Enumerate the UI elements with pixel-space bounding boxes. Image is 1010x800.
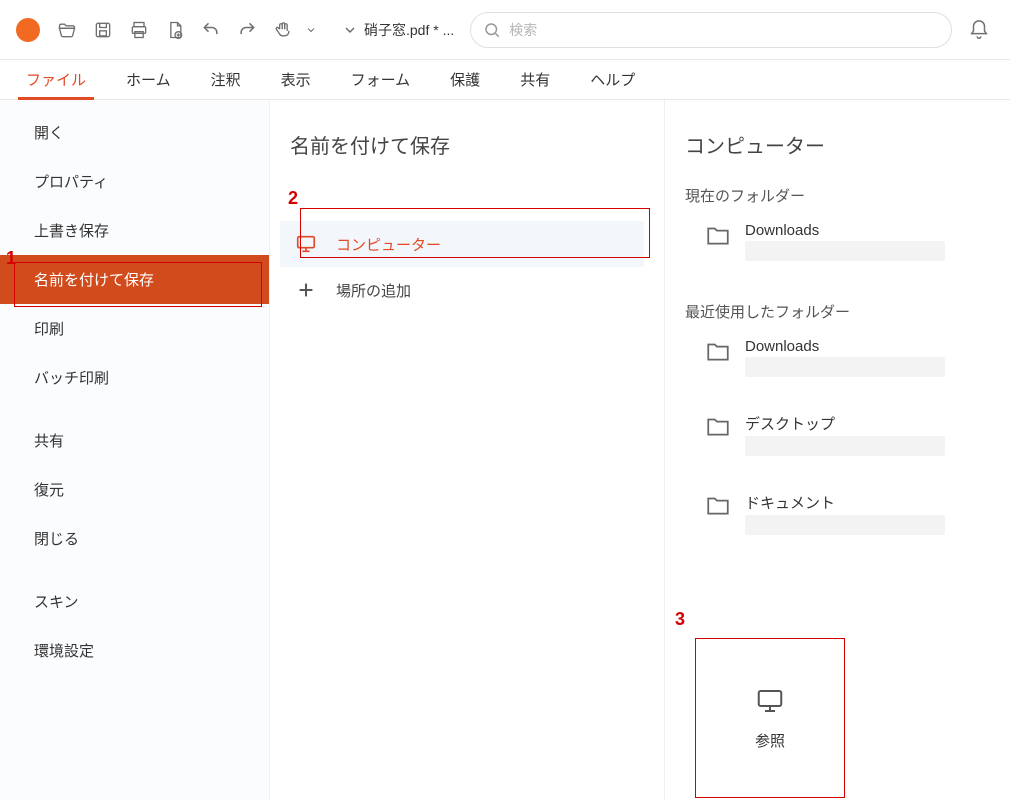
browse-button[interactable]: 参照 bbox=[695, 638, 845, 798]
ribbon-tab-label: フォーム bbox=[351, 69, 411, 90]
ribbon-tab-label: 表示 bbox=[281, 69, 311, 90]
file-menu-revert[interactable]: 復元 bbox=[0, 465, 269, 514]
ribbon-tab-label: 注釈 bbox=[211, 69, 241, 90]
chevron-down-icon[interactable] bbox=[302, 13, 320, 47]
search-icon bbox=[483, 21, 501, 39]
main-area: 開く プロパティ 上書き保存 名前を付けて保存 印刷 バッチ印刷 共有 復元 閉… bbox=[0, 100, 1010, 800]
file-menu: 開く プロパティ 上書き保存 名前を付けて保存 印刷 バッチ印刷 共有 復元 閉… bbox=[0, 100, 270, 800]
folder-text: Downloads bbox=[745, 338, 945, 377]
folder-name: Downloads bbox=[745, 338, 945, 355]
recent-folder-item[interactable]: デスクトップ bbox=[685, 405, 990, 456]
recent-folder-item[interactable]: Downloads bbox=[685, 330, 990, 377]
folder-name: ドキュメント bbox=[745, 492, 945, 513]
current-folder-label: 現在のフォルダー bbox=[685, 185, 990, 206]
redo-icon[interactable] bbox=[230, 13, 264, 47]
folder-panel: コンピューター 現在のフォルダー Downloads 最近使用したフォルダー D… bbox=[665, 100, 1010, 800]
file-menu-properties[interactable]: プロパティ bbox=[0, 157, 269, 206]
ribbon-tab-label: ヘルプ bbox=[590, 69, 635, 90]
ribbon-tab-label: 保護 bbox=[450, 69, 480, 90]
ribbon-tab-protect[interactable]: 保護 bbox=[430, 60, 500, 99]
file-menu-label: 閉じる bbox=[34, 531, 79, 548]
document-name-label: 硝子窓.pdf * ... bbox=[364, 20, 454, 40]
ribbon-tab-label: ホーム bbox=[126, 69, 171, 90]
browse-label: 参照 bbox=[755, 730, 785, 751]
file-menu-label: 上書き保存 bbox=[34, 223, 109, 240]
ribbon-tab-comment[interactable]: 注釈 bbox=[191, 60, 261, 99]
folder-icon bbox=[705, 340, 731, 362]
folder-name: デスクトップ bbox=[745, 413, 945, 434]
save-as-panel: 名前を付けて保存 コンピューター 場所の追加 2 bbox=[270, 100, 665, 800]
ribbon-tab-help[interactable]: ヘルプ bbox=[570, 60, 655, 99]
folder-text: デスクトップ bbox=[745, 413, 945, 456]
file-menu-preferences[interactable]: 環境設定 bbox=[0, 626, 269, 675]
file-menu-label: プロパティ bbox=[34, 174, 108, 191]
save-icon[interactable] bbox=[86, 13, 120, 47]
ribbon-tab-label: ファイル bbox=[26, 69, 86, 90]
ribbon-tab-view[interactable]: 表示 bbox=[261, 60, 331, 99]
page-add-icon[interactable] bbox=[158, 13, 192, 47]
chevron-down-icon bbox=[342, 22, 358, 38]
plus-icon bbox=[294, 278, 318, 302]
location-label: 場所の追加 bbox=[336, 280, 411, 301]
save-as-locations: コンピューター 場所の追加 bbox=[270, 221, 664, 313]
save-as-location-add-place[interactable]: 場所の追加 bbox=[280, 267, 644, 313]
search-input[interactable] bbox=[509, 22, 939, 38]
ribbon-tab-form[interactable]: フォーム bbox=[331, 60, 431, 99]
document-name[interactable]: 硝子窓.pdf * ... bbox=[334, 20, 462, 40]
open-file-icon[interactable] bbox=[50, 13, 84, 47]
file-menu-label: 開く bbox=[34, 125, 64, 142]
file-menu-print[interactable]: 印刷 bbox=[0, 304, 269, 353]
undo-icon[interactable] bbox=[194, 13, 228, 47]
file-menu-skin[interactable]: スキン bbox=[0, 577, 269, 626]
recent-folders-label: 最近使用したフォルダー bbox=[685, 301, 990, 322]
search-box[interactable] bbox=[470, 12, 952, 48]
callout-3: 3 bbox=[675, 609, 685, 630]
file-menu-label: 復元 bbox=[34, 482, 64, 499]
file-menu-share[interactable]: 共有 bbox=[0, 416, 269, 465]
file-menu-label: バッチ印刷 bbox=[34, 370, 109, 387]
file-menu-save[interactable]: 上書き保存 bbox=[0, 206, 269, 255]
file-menu-label: 共有 bbox=[34, 433, 64, 450]
folder-path-placeholder bbox=[745, 436, 945, 456]
folder-path-placeholder bbox=[745, 515, 945, 535]
print-icon[interactable] bbox=[122, 13, 156, 47]
save-as-title: 名前を付けて保存 bbox=[270, 130, 664, 159]
save-as-location-computer[interactable]: コンピューター bbox=[280, 221, 644, 267]
file-menu-label: スキン bbox=[34, 594, 79, 611]
file-menu-close[interactable]: 閉じる bbox=[0, 514, 269, 563]
folder-icon bbox=[705, 224, 731, 246]
file-menu-label: 環境設定 bbox=[34, 643, 94, 660]
current-folder-item[interactable]: Downloads bbox=[685, 214, 990, 261]
ribbon-tab-file[interactable]: ファイル bbox=[6, 60, 106, 99]
folder-name: Downloads bbox=[745, 222, 945, 239]
file-menu-label: 印刷 bbox=[34, 321, 64, 338]
file-menu-open[interactable]: 開く bbox=[0, 108, 269, 157]
folder-text: Downloads bbox=[745, 222, 945, 261]
recent-folder-item[interactable]: ドキュメント bbox=[685, 484, 990, 535]
toolbar: 硝子窓.pdf * ... bbox=[0, 0, 1010, 60]
ribbon-tab-label: 共有 bbox=[520, 69, 550, 90]
folder-path-placeholder bbox=[745, 241, 945, 261]
notifications-icon[interactable] bbox=[962, 13, 996, 47]
monitor-icon bbox=[294, 232, 318, 256]
folder-path-placeholder bbox=[745, 357, 945, 377]
file-menu-batch-print[interactable]: バッチ印刷 bbox=[0, 353, 269, 402]
ribbon-tab-share[interactable]: 共有 bbox=[500, 60, 570, 99]
callout-2: 2 bbox=[288, 188, 298, 209]
file-menu-label: 名前を付けて保存 bbox=[34, 272, 154, 289]
folder-icon bbox=[705, 494, 731, 516]
ribbon: ファイル ホーム 注釈 表示 フォーム 保護 共有 ヘルプ bbox=[0, 60, 1010, 100]
file-menu-save-as[interactable]: 名前を付けて保存 bbox=[0, 255, 269, 304]
hand-tool-icon[interactable] bbox=[266, 13, 300, 47]
monitor-icon bbox=[753, 686, 787, 716]
ribbon-tab-home[interactable]: ホーム bbox=[106, 60, 191, 99]
location-label: コンピューター bbox=[336, 234, 441, 255]
folder-icon bbox=[705, 415, 731, 437]
app-logo bbox=[16, 18, 40, 42]
folder-text: ドキュメント bbox=[745, 492, 945, 535]
folder-panel-title: コンピューター bbox=[685, 130, 990, 159]
